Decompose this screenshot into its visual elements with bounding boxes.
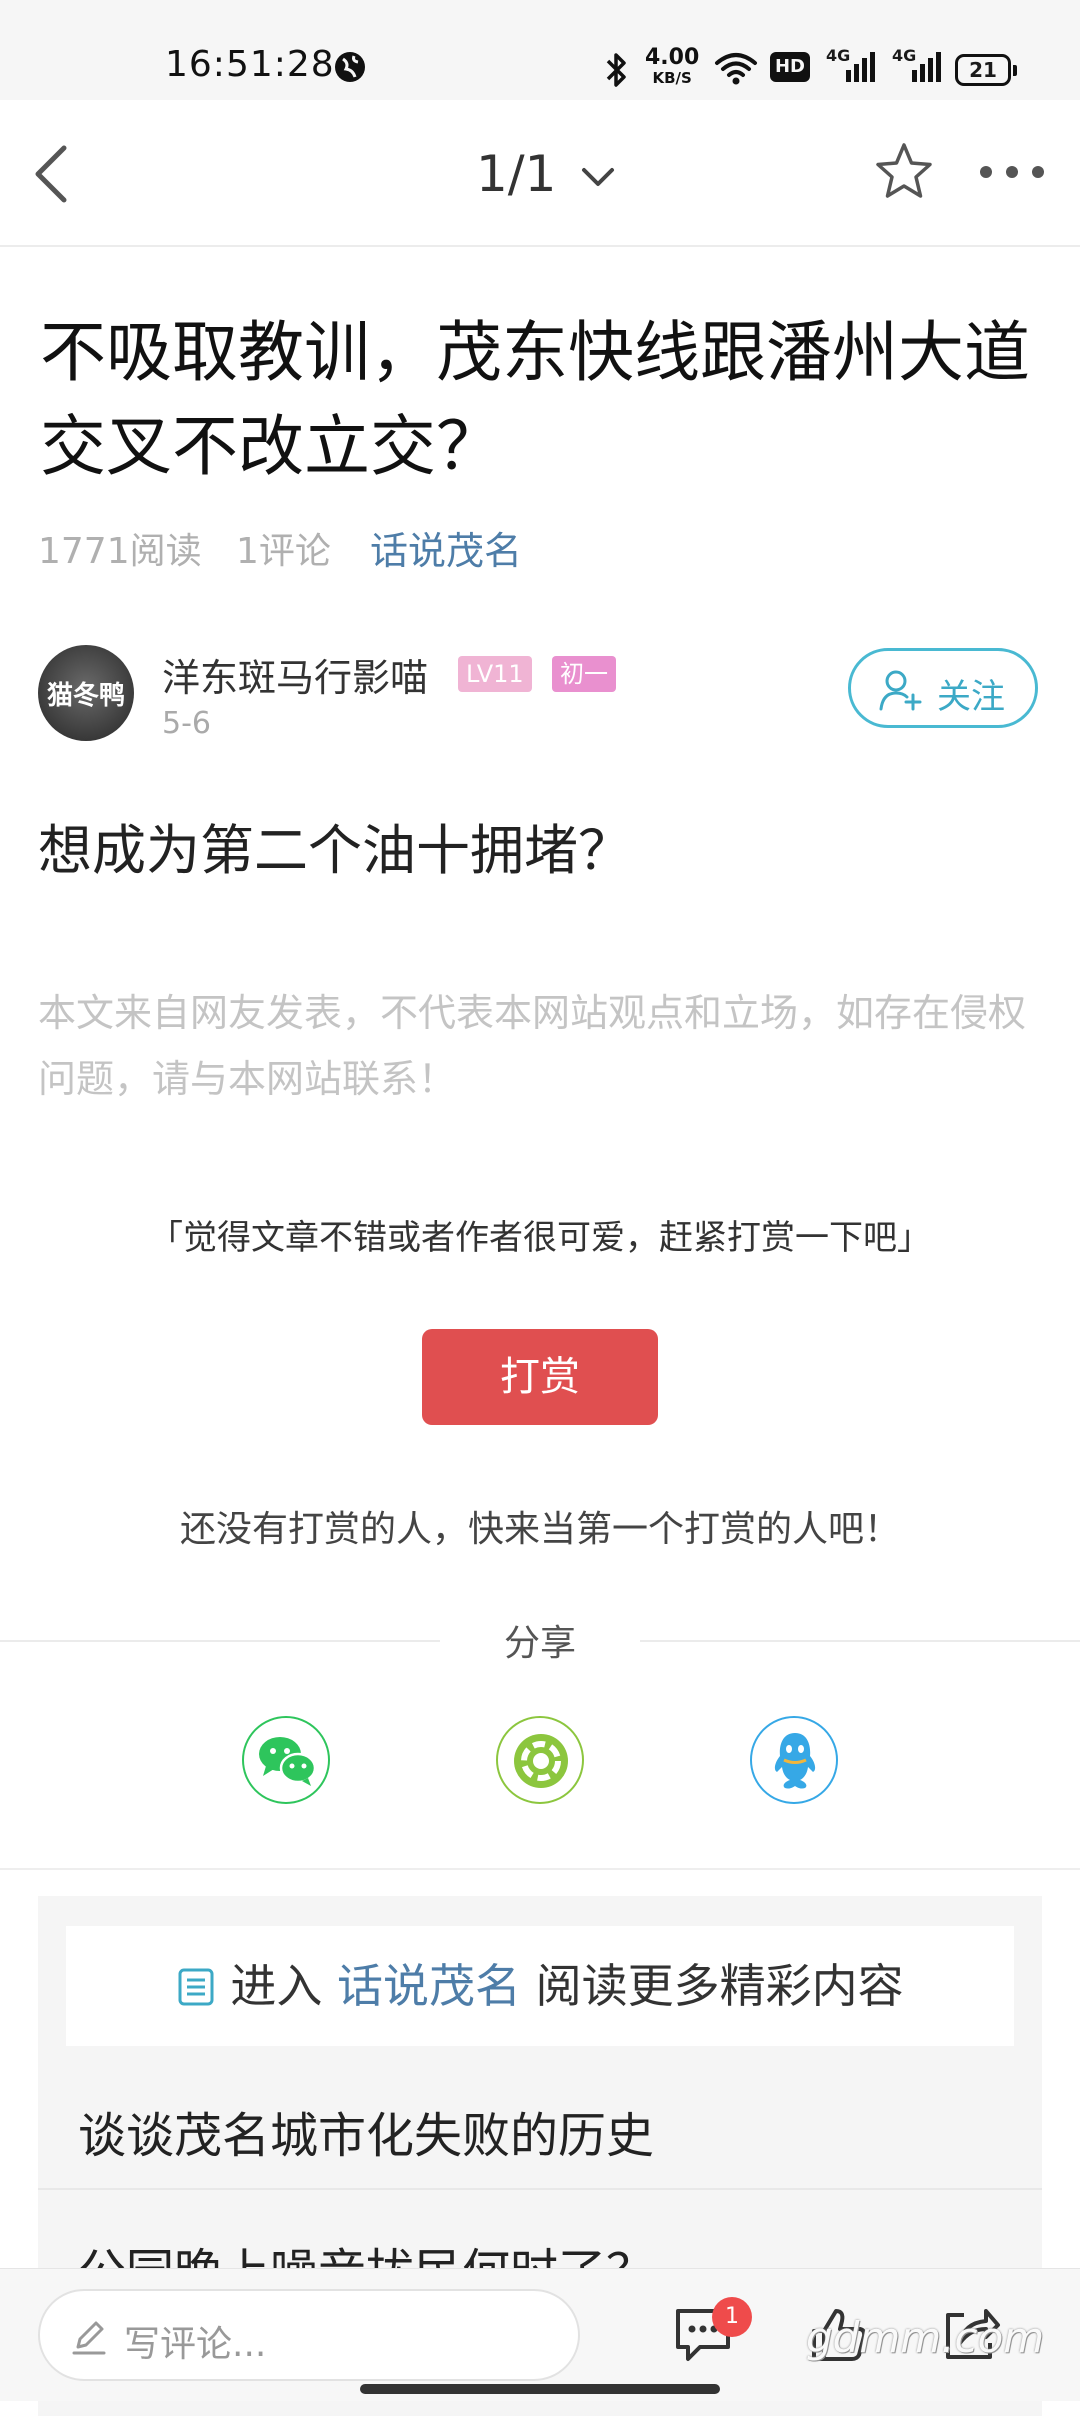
- enter-suffix: 阅读更多精彩内容: [535, 1959, 904, 2013]
- chevron-down-icon: [582, 167, 615, 186]
- add-user-icon: [879, 670, 922, 711]
- share-moments-button[interactable]: [496, 1716, 584, 1804]
- wechat-icon: [259, 1737, 317, 1786]
- back-arrow-icon[interactable]: [30, 142, 74, 206]
- more-options-icon[interactable]: [976, 162, 1048, 182]
- signal-2-icon: [912, 52, 941, 82]
- reward-prompt: 「觉得文章不错或者作者很可爱，赶紧打赏一下吧」: [149, 1218, 931, 1258]
- page-indicator[interactable]: 1/1: [476, 145, 616, 203]
- article-title: 不吸取教训，茂东快线跟潘州大道交叉不改立交？: [40, 314, 1030, 485]
- list-icon: [178, 1968, 214, 2005]
- moments-icon: [514, 1734, 568, 1788]
- comment-placeholder: 写评论...: [124, 2324, 267, 2365]
- bottom-bar: 写评论... 1 gdmm.com: [0, 2268, 1080, 2401]
- favorite-star-icon[interactable]: [872, 140, 936, 204]
- comment-count[interactable]: 1评论: [236, 522, 331, 574]
- disclaimer: 本文来自网友发表，不代表本网站观点和立场，如存在侵权问题，请与本网站联系！: [38, 991, 1027, 1101]
- comment-count-badge: 1: [712, 2297, 752, 2337]
- page-indicator-text: 1/1: [476, 145, 557, 203]
- post-date: 5-6: [162, 706, 211, 741]
- reward-button[interactable]: 打赏: [422, 1329, 658, 1425]
- share-wechat-button[interactable]: [242, 1716, 330, 1804]
- author-name[interactable]: 洋东斑马行影喵: [162, 647, 428, 702]
- net-speed: 4.00 KB/S: [645, 45, 700, 88]
- avatar[interactable]: 猫冬鸭: [38, 645, 134, 741]
- follow-label: 关注: [937, 677, 1005, 717]
- signal-1-icon: [846, 52, 875, 82]
- article-body: 想成为第二个油十拥堵？: [38, 819, 632, 882]
- forum-link[interactable]: 话说茂名: [370, 520, 522, 575]
- bluetooth-icon: [606, 53, 626, 87]
- net-speed-value: 4.00: [645, 45, 700, 70]
- comment-input[interactable]: 写评论...: [38, 2289, 580, 2381]
- reward-empty-text: 还没有打赏的人，快来当第一个打赏的人吧！: [179, 1509, 900, 1550]
- status-time: 16:51:28: [165, 44, 335, 85]
- section-divider: [0, 1868, 1080, 1870]
- enter-prefix: 进入: [230, 1959, 323, 2013]
- qq-icon: [774, 1733, 816, 1789]
- pencil-icon: [72, 2321, 106, 2355]
- top-nav: 1/1: [0, 100, 1080, 247]
- watermark: gdmm.com: [806, 2313, 1045, 2362]
- level-badge: LV11: [458, 656, 532, 692]
- list-item[interactable]: 谈谈茂名城市化失败的历史: [78, 2096, 654, 2166]
- read-count: 1771阅读: [38, 531, 202, 572]
- share-qq-button[interactable]: [750, 1716, 838, 1804]
- enter-forum-name: 话说茂名: [337, 1959, 521, 2013]
- share-label: 分享: [503, 1623, 576, 1664]
- net-speed-unit: KB/S: [652, 69, 692, 87]
- battery-icon: 21: [955, 54, 1017, 86]
- avatar-text: 猫冬鸭: [46, 681, 125, 711]
- follow-button[interactable]: 关注: [848, 648, 1038, 728]
- browser-globe-icon: [335, 52, 365, 82]
- rank-badge: 初一: [552, 656, 616, 692]
- wifi-icon: [715, 53, 757, 85]
- home-indicator[interactable]: [360, 2384, 720, 2394]
- status-bar: 16:51:28 4.00 KB/S HD 4G 4G 21: [0, 0, 1080, 100]
- hd-voice-icon: HD: [770, 52, 810, 82]
- list-divider: [38, 2188, 1042, 2190]
- enter-forum-banner[interactable]: 进入 话说茂名 阅读更多精彩内容: [66, 1926, 1014, 2046]
